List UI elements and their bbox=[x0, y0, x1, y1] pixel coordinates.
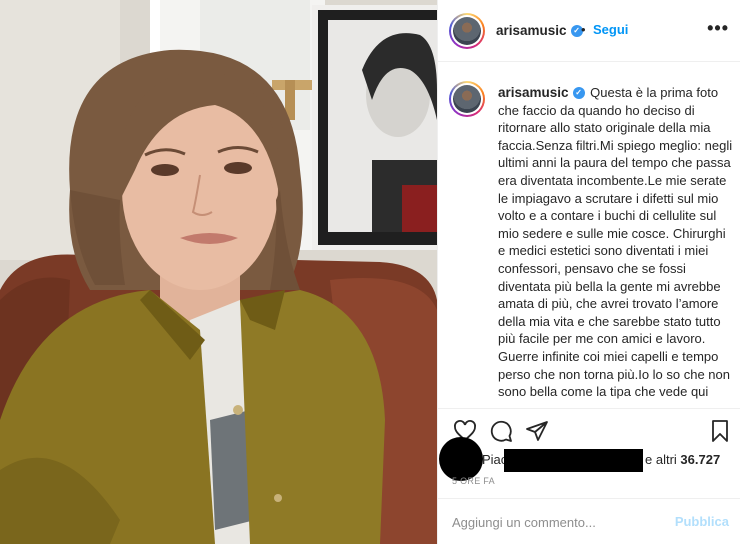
post-photo[interactable] bbox=[0, 0, 437, 544]
post-header: arisamusic ✓ • Segui ••• bbox=[438, 0, 740, 62]
redacted-username bbox=[504, 449, 643, 472]
paper-plane-icon[interactable] bbox=[525, 419, 549, 443]
caption-username-text: arisamusic bbox=[498, 85, 569, 100]
post-timestamp[interactable]: 5 ORE FA bbox=[452, 476, 495, 486]
avatar[interactable] bbox=[449, 13, 485, 49]
separator-dot: • bbox=[581, 22, 586, 37]
caption-verified-badge-icon: ✓ bbox=[572, 87, 585, 100]
bookmark-icon[interactable] bbox=[708, 419, 732, 443]
caption-area: arisamusic ✓ Questa è la prima foto che f… bbox=[438, 63, 740, 408]
likes-suffix: e altri bbox=[645, 452, 677, 467]
likes-number: 36.727 bbox=[680, 452, 721, 467]
username-text: arisamusic bbox=[496, 23, 567, 38]
redacted-avatar bbox=[439, 437, 483, 481]
caption-username[interactable]: arisamusic ✓ bbox=[498, 85, 585, 100]
action-bar bbox=[438, 408, 740, 448]
more-options-icon[interactable]: ••• bbox=[707, 18, 729, 39]
likes-count[interactable]: e altri 36.727 bbox=[645, 452, 720, 467]
username-link[interactable]: arisamusic ✓ bbox=[496, 23, 583, 38]
caption-avatar[interactable] bbox=[449, 81, 485, 117]
photo-illustration bbox=[0, 0, 437, 544]
follow-button[interactable]: Segui bbox=[593, 22, 628, 37]
caption: arisamusic ✓ Questa è la prima foto che f… bbox=[498, 84, 734, 401]
comment-box: Pubblica bbox=[438, 498, 740, 544]
comment-input[interactable] bbox=[452, 512, 662, 532]
comment-icon[interactable] bbox=[489, 419, 513, 443]
publish-button[interactable]: Pubblica bbox=[675, 514, 729, 529]
caption-text: Questa è la prima foto che faccio da qua… bbox=[498, 85, 733, 400]
